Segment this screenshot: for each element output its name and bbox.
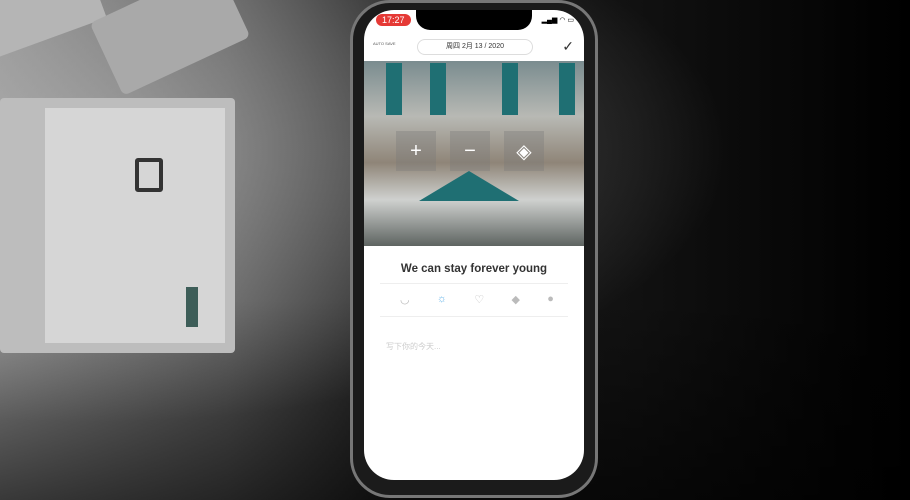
tag-icon[interactable]: ◆ — [512, 293, 520, 306]
notch — [416, 10, 532, 30]
divider — [380, 283, 568, 284]
date-button[interactable]: 周四 2月 13 / 2020 — [417, 39, 533, 55]
laptop — [0, 0, 107, 59]
eraser — [186, 287, 198, 327]
confirm-check-icon[interactable]: ✓ — [562, 38, 574, 55]
status-time: 17:27 — [376, 14, 411, 26]
cover-photo[interactable]: + − ◈ — [364, 61, 584, 246]
entry-body-input[interactable]: 写下你的今天... — [386, 341, 441, 352]
weather-sun-icon[interactable]: ☼ — [437, 293, 447, 306]
header: AUTO SAVE 周四 2月 13 / 2020 ✓ — [364, 38, 584, 60]
remove-icon[interactable]: − — [450, 131, 490, 171]
notebook — [0, 98, 235, 353]
smile-icon[interactable]: ◡ — [400, 293, 410, 306]
layers-icon[interactable]: ◈ — [504, 131, 544, 171]
entry-attribute-bar: ◡ ☼ ♡ ◆ ● — [400, 293, 554, 306]
tablet — [89, 0, 251, 96]
entry-title[interactable]: We can stay forever young — [364, 263, 584, 275]
add-icon[interactable]: + — [396, 131, 436, 171]
status-indicators-icon: ▂▄▆ ◠ ▭ — [541, 17, 574, 24]
phone-screen: 17:27 ▂▄▆ ◠ ▭ AUTO SAVE 周四 2月 13 / 2020 … — [364, 10, 584, 480]
location-icon[interactable]: ● — [547, 293, 554, 306]
divider — [380, 316, 568, 317]
heart-icon[interactable]: ♡ — [474, 293, 484, 306]
auto-save-label: AUTO SAVE — [373, 41, 396, 46]
binder-clip — [135, 158, 163, 192]
